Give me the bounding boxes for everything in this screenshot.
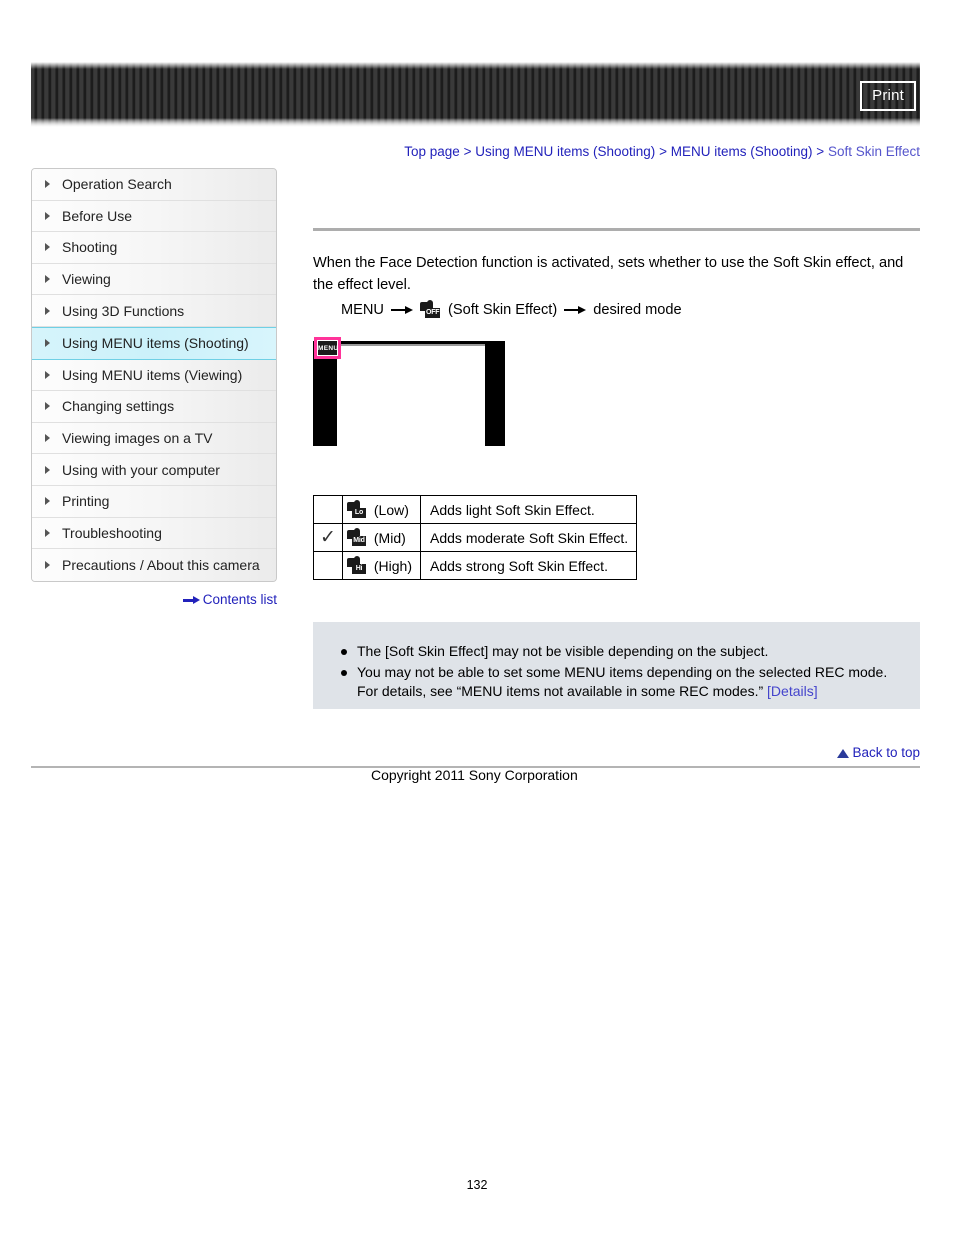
sidebar-item-using-menu-items-shooting[interactable]: Using MENU items (Shooting) bbox=[32, 326, 276, 360]
breadcrumb: Top page > Using MENU items (Shooting) >… bbox=[313, 143, 920, 161]
chevron-right-icon bbox=[45, 434, 50, 443]
breadcrumb-item-soft-skin-effect: Soft Skin Effect bbox=[827, 144, 920, 159]
note-item: You may not be able to set some MENU ite… bbox=[331, 663, 902, 701]
sidebar-item-label: Operation Search bbox=[62, 176, 172, 193]
sidebar-item-printing[interactable]: Printing bbox=[32, 485, 276, 518]
sidebar-item-using-with-your-computer[interactable]: Using with your computer bbox=[32, 454, 276, 486]
sidebar-item-shooting[interactable]: Shooting bbox=[32, 232, 276, 264]
contents-list-link[interactable]: Contents list bbox=[31, 592, 277, 607]
sidebar-item-label: Printing bbox=[62, 493, 110, 510]
menu-button-label: MENU bbox=[317, 340, 338, 356]
row-check-mark bbox=[313, 495, 343, 524]
row-description: Adds moderate Soft Skin Effect. bbox=[420, 523, 638, 552]
sidebar-item-label: Using 3D Functions bbox=[62, 302, 185, 319]
menu-path-icon-label: (Soft Skin Effect) bbox=[447, 302, 558, 318]
sidebar-item-operation-search[interactable]: Operation Search bbox=[32, 169, 276, 201]
sidebar-item-using-3d-functions[interactable]: Using 3D Functions bbox=[32, 295, 276, 327]
copyright-text: Copyright 2011 Sony Corporation bbox=[371, 767, 578, 783]
sidebar-item-label: Troubleshooting bbox=[62, 524, 162, 541]
chevron-right-icon bbox=[45, 306, 50, 315]
soft-skin-effect-options-table: Lo (Low) Adds light Soft Skin Effect. ✓ … bbox=[313, 495, 638, 580]
row-option-label: Hi (High) bbox=[341, 551, 422, 580]
triangle-up-icon bbox=[837, 749, 850, 758]
sidebar-item-label: Using with your computer bbox=[62, 461, 220, 478]
table-row[interactable]: ✓ Mid (Mid) Adds moderate Soft Skin Effe… bbox=[313, 523, 638, 552]
row-check-mark bbox=[313, 551, 343, 580]
sidebar-item-label: Viewing bbox=[62, 271, 111, 288]
note-text: The [Soft Skin Effect] may not be visibl… bbox=[357, 643, 769, 659]
soft-skin-high-icon: Hi bbox=[347, 555, 367, 574]
note-item: The [Soft Skin Effect] may not be visibl… bbox=[331, 642, 902, 661]
details-link[interactable]: [Details] bbox=[767, 683, 818, 699]
sidebar-item-before-use[interactable]: Before Use bbox=[32, 200, 276, 233]
camera-screen-illustration bbox=[313, 341, 505, 446]
sidebar-item-label: Precautions / About this camera bbox=[62, 556, 260, 573]
chevron-right-icon bbox=[45, 528, 50, 537]
soft-skin-low-icon: Lo bbox=[347, 499, 367, 518]
back-to-top-link[interactable]: Back to top bbox=[313, 745, 920, 760]
arrow-right-icon bbox=[390, 305, 413, 315]
camera-screen-display-area bbox=[337, 344, 485, 446]
row-description: Adds light Soft Skin Effect. bbox=[420, 495, 638, 524]
chevron-right-icon bbox=[45, 370, 50, 379]
header-banner bbox=[31, 62, 920, 128]
contents-list-label: Contents list bbox=[202, 592, 277, 607]
chevron-right-icon bbox=[45, 339, 50, 348]
sidebar-item-label: Shooting bbox=[62, 239, 118, 256]
sidebar-item-using-menu-items-viewing[interactable]: Using MENU items (Viewing) bbox=[32, 359, 276, 392]
sidebar-item-label: Changing settings bbox=[62, 398, 175, 415]
arrow-right-icon bbox=[564, 305, 587, 315]
sidebar-item-label: Before Use bbox=[62, 207, 133, 224]
chevron-right-icon bbox=[45, 275, 50, 284]
soft-skin-effect-icon: OFF bbox=[419, 300, 441, 318]
chevron-right-icon bbox=[45, 211, 50, 220]
breadcrumb-separator: > bbox=[659, 144, 667, 159]
sidebar-item-changing-settings[interactable]: Changing settings bbox=[32, 391, 276, 423]
table-row[interactable]: Lo (Low) Adds light Soft Skin Effect. bbox=[313, 495, 638, 524]
soft-skin-mid-icon: Mid bbox=[347, 527, 367, 546]
sidebar-item-label: Using MENU items (Shooting) bbox=[62, 335, 249, 352]
content-top-divider bbox=[313, 228, 920, 231]
row-option-name: (Low) bbox=[373, 501, 409, 518]
chevron-right-icon bbox=[45, 560, 50, 569]
chevron-right-icon bbox=[45, 180, 50, 189]
sidebar-item-precautions-about-this-camera[interactable]: Precautions / About this camera bbox=[32, 549, 276, 581]
page-number: 132 bbox=[466, 1178, 488, 1192]
back-to-top-label: Back to top bbox=[852, 745, 920, 760]
soft-skin-effect-icon-tag: OFF bbox=[424, 308, 441, 318]
breadcrumb-separator: > bbox=[463, 144, 472, 159]
breadcrumb-separator: > bbox=[816, 144, 825, 159]
row-check-mark: ✓ bbox=[313, 523, 343, 552]
print-button[interactable]: Print bbox=[860, 81, 916, 111]
chevron-right-icon bbox=[45, 243, 50, 252]
sidebar-item-viewing-images-on-a-tv[interactable]: Viewing images on a TV bbox=[32, 422, 276, 455]
sidebar-item-troubleshooting[interactable]: Troubleshooting bbox=[32, 517, 276, 550]
chevron-right-icon bbox=[45, 402, 50, 411]
sidebar-item-label: Using MENU items (Viewing) bbox=[62, 366, 243, 383]
notes-box: The [Soft Skin Effect] may not be visibl… bbox=[313, 622, 920, 709]
intro-paragraph: When the Face Detection function is acti… bbox=[313, 255, 904, 293]
row-option-label: Mid (Mid) bbox=[341, 523, 422, 552]
row-description: Adds strong Soft Skin Effect. bbox=[420, 551, 638, 580]
menu-button-highlight[interactable]: MENU bbox=[314, 337, 341, 359]
sidebar-item-viewing[interactable]: Viewing bbox=[32, 263, 276, 296]
menu-path-start-label: MENU bbox=[341, 302, 384, 318]
menu-path-end-label: desired mode bbox=[593, 302, 682, 318]
row-option-label: Lo (Low) bbox=[341, 495, 422, 524]
sidebar-nav: Operation Search Before Use Shooting Vie… bbox=[31, 168, 277, 582]
sidebar-item-label: Viewing images on a TV bbox=[62, 430, 213, 447]
breadcrumb-item-menu-items-shooting[interactable]: MENU items (Shooting) bbox=[671, 144, 813, 159]
breadcrumb-item-using-menu-items-shooting[interactable]: Using MENU items (Shooting) bbox=[475, 144, 655, 159]
menu-path-instruction: MENU OFF (Soft Skin Effect) desired mode bbox=[341, 299, 682, 321]
soft-skin-mid-icon-tag: Mid bbox=[352, 535, 366, 546]
arrow-right-icon bbox=[182, 596, 200, 604]
row-option-name: (High) bbox=[373, 557, 413, 574]
chevron-right-icon bbox=[45, 465, 50, 474]
breadcrumb-item-top-page[interactable]: Top page bbox=[404, 144, 460, 159]
chevron-right-icon bbox=[45, 497, 50, 506]
row-option-name: (Mid) bbox=[373, 529, 406, 546]
table-row[interactable]: Hi (High) Adds strong Soft Skin Effect. bbox=[313, 551, 638, 580]
soft-skin-high-icon-tag: Hi bbox=[352, 563, 366, 574]
soft-skin-low-icon-tag: Lo bbox=[352, 507, 366, 518]
